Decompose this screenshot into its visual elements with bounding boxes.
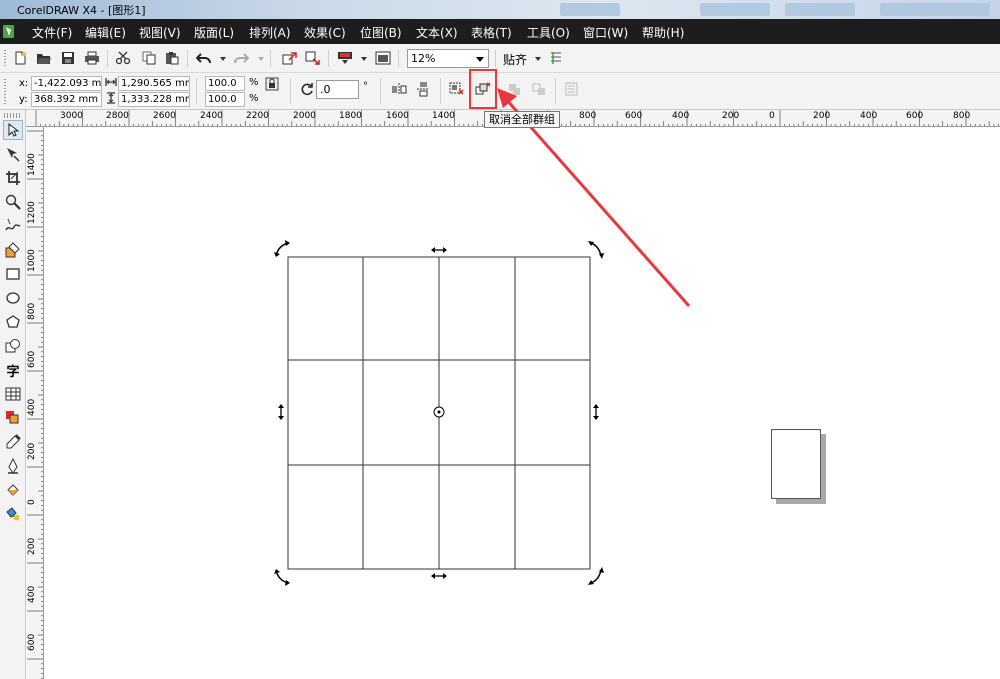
skew-handle-left[interactable] xyxy=(278,404,284,420)
document-page[interactable] xyxy=(771,429,821,499)
skew-handle-bottom[interactable] xyxy=(431,573,447,579)
ungroup-all-tooltip: 取消全部群组 xyxy=(484,111,560,128)
rotate-handle-bottom-right[interactable] xyxy=(588,567,604,585)
rotate-handle-top-right[interactable] xyxy=(588,241,604,259)
skew-handle-top[interactable] xyxy=(431,247,447,253)
rotate-handle-bottom-left[interactable] xyxy=(274,569,290,586)
center-of-rotation-icon[interactable] xyxy=(433,406,445,418)
skew-handle-right[interactable] xyxy=(593,404,599,420)
rotate-handle-top-left[interactable] xyxy=(274,240,290,257)
canvas-overlay xyxy=(274,88,691,586)
